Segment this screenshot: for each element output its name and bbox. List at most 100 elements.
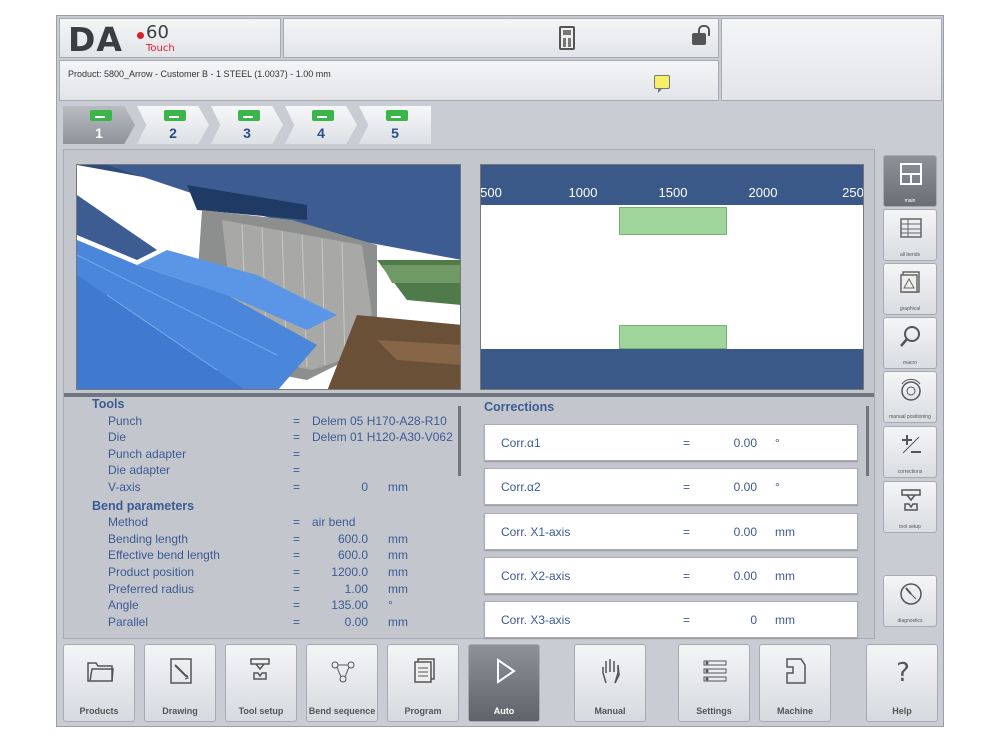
bend-tab-5[interactable]: 5 (359, 106, 431, 144)
magnifier-icon (899, 324, 923, 348)
bend-tab-label: 3 (243, 125, 251, 141)
param-label: Preferred radius (108, 581, 195, 596)
nav-button-label: Program (404, 706, 442, 716)
folder-icon (86, 657, 114, 685)
param-value: air bend (312, 515, 356, 530)
nav-machine-button[interactable]: Machine (759, 644, 831, 722)
correction-row[interactable]: Corr.α1 = 0.00 ° (484, 424, 858, 461)
nav-button-label: Tool setup (238, 706, 284, 716)
correction-label: Corr. X2-axis (501, 569, 571, 583)
nav-program-button[interactable]: Program (387, 644, 459, 722)
param-label: Punch (108, 413, 143, 428)
correction-unit: mm (775, 613, 795, 627)
param-label: Parallel (108, 614, 149, 629)
sidebar-manual-positioning-button[interactable]: manual positioning (883, 371, 937, 423)
bend-tab-2[interactable]: 2 (137, 106, 209, 144)
nav-button-label: Manual (594, 706, 626, 716)
program-icon (410, 657, 438, 685)
unlock-icon[interactable] (692, 25, 710, 45)
sidebar-tool-setup-button[interactable]: tool setup (883, 481, 937, 533)
sidebar-main-button[interactable]: main (883, 155, 937, 207)
3d-bend-view[interactable] (76, 164, 461, 390)
graph-tick-label: 2000 (748, 185, 778, 200)
bend-status-icon (238, 110, 260, 121)
bend-tab-3[interactable]: 3 (211, 106, 283, 144)
correction-equals: = (683, 569, 691, 583)
sidebar-graphical-button[interactable]: graphical (883, 263, 937, 315)
sidebar-diagnostics-button[interactable]: diagnostics (883, 575, 937, 627)
logo-sub: Touch (146, 43, 175, 54)
note-icon[interactable] (654, 75, 670, 93)
correction-value[interactable]: 0.00 (711, 480, 757, 494)
bend-tab-label: 5 (391, 125, 399, 141)
graph-tick-label: 1000 (568, 185, 598, 200)
correction-row[interactable]: Corr. X3-axis = 0 mm (484, 601, 858, 638)
nav-bend-sequence-button[interactable]: Bend sequence (306, 644, 378, 722)
bend_params-title: Bend parameters (92, 498, 195, 513)
param-equals: = (293, 413, 301, 428)
correction-row[interactable]: Corr. X1-axis = 0.00 mm (484, 513, 858, 550)
bend-tab-4[interactable]: 4 (285, 106, 357, 144)
param-value: Delem 01 H120-A30-V062 (312, 430, 453, 445)
param-label: Product position (108, 565, 195, 579)
graph-lower-beam (481, 349, 863, 389)
correction-label: Corr. X3-axis (501, 613, 571, 627)
sidebar-macro-button[interactable]: macro (883, 317, 937, 369)
nav-products-button[interactable]: Products (63, 644, 135, 722)
param-unit: mm (388, 531, 408, 546)
right-sidebar: main all bends graphical macro manual positi… (879, 149, 943, 639)
correction-label: Corr.α2 (501, 480, 541, 494)
correction-value[interactable]: 0.00 (711, 436, 757, 450)
params-scrollbar[interactable] (458, 406, 461, 476)
app-window: DA 60 Touch Product: 5800_Arrow - Custom… (56, 15, 944, 727)
tool-params-panel[interactable]: Tools Punch = Delem 05 H170-A28-R10 Die = Dele… (84, 397, 474, 637)
nav-manual-button[interactable]: Manual (574, 644, 646, 722)
param-equals: = (293, 515, 301, 530)
param-unit: mm (388, 581, 408, 596)
param-unit: ° (388, 598, 393, 613)
correction-row[interactable]: Corr.α2 = 0.00 ° (484, 468, 858, 505)
sidebar-corrections-button[interactable]: corrections (883, 426, 937, 478)
play-icon (491, 657, 519, 685)
param-value: 0 (361, 480, 368, 494)
correction-value[interactable]: 0 (711, 613, 757, 627)
correction-label: Corr. X1-axis (501, 525, 571, 539)
settings-icon (701, 657, 729, 685)
param-unit: mm (388, 548, 408, 563)
param-value: 600.0 (337, 531, 368, 546)
tool-setup-icon (248, 657, 276, 685)
bend-tab-1[interactable]: 1 (63, 106, 135, 144)
logo-dot (137, 32, 144, 39)
drawing-icon (167, 657, 195, 685)
nav-help-button[interactable]: ? Help (866, 644, 938, 722)
sidebar-button-label: tool setup (899, 524, 921, 530)
nav-settings-button[interactable]: Settings (678, 644, 750, 722)
tool-setup-icon (899, 488, 923, 512)
correction-unit: mm (775, 525, 795, 539)
nav-button-label: Bend sequence (308, 706, 376, 716)
nav-auto-button[interactable]: Auto (468, 644, 540, 722)
svg-text:?: ? (896, 658, 910, 685)
tool-position-graph[interactable]: 500 1000 1500 2000 250 (480, 164, 864, 390)
sidebar-button-label: manual positioning (889, 414, 931, 420)
product-info-bar: Product: 5800_Arrow - Customer B - 1 STE… (59, 60, 719, 101)
nav-drawing-button[interactable]: Drawing (144, 644, 216, 722)
correction-value[interactable]: 0.00 (711, 525, 757, 539)
param-value: Delem 05 H170-A28-R10 (312, 413, 447, 428)
graph-tick-label: 250 (842, 185, 864, 200)
logo-model: 60 (146, 22, 169, 43)
correction-unit: mm (775, 569, 795, 583)
correction-equals: = (683, 525, 691, 539)
nav-tool-setup-button[interactable]: Tool setup (225, 644, 297, 722)
correction-row[interactable]: Corr. X2-axis = 0.00 mm (484, 557, 858, 594)
help-icon: ? (889, 657, 917, 688)
param-unit: mm (388, 565, 408, 579)
nav-button-label: Help (892, 706, 912, 716)
calculator-icon[interactable] (559, 26, 575, 50)
plus-minus-icon (899, 433, 923, 457)
corrections-scrollbar[interactable] (866, 406, 869, 476)
bend-status-icon (386, 110, 408, 121)
die-segment (619, 325, 727, 349)
correction-value[interactable]: 0.00 (711, 569, 757, 583)
sidebar-all-bends-button[interactable]: all bends (883, 209, 937, 261)
